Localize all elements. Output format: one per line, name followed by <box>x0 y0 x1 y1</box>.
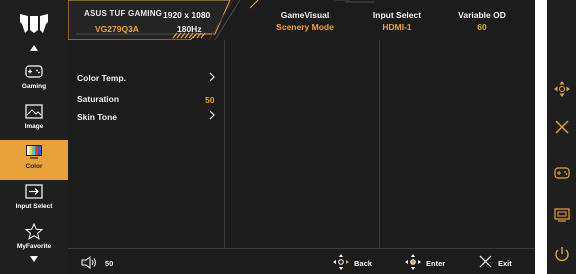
menu-item-label: Skin Tone <box>77 112 117 122</box>
gamepad-icon <box>25 65 43 78</box>
column-divider <box>379 40 380 248</box>
model-label: VG279Q3A <box>95 24 139 34</box>
sidebar-item-color[interactable]: Color <box>0 140 68 180</box>
monitor-osd: ASUS TUF GAMING VG279Q3A 1920 x 1080 180… <box>0 0 535 274</box>
enter-label: Enter <box>426 259 446 268</box>
scroll-down-icon[interactable] <box>30 256 38 262</box>
volume-icon[interactable] <box>81 256 99 269</box>
resolution-label: 1920 x 1080 <box>163 10 211 20</box>
image-icon <box>25 104 43 119</box>
input-arrow-icon <box>25 184 43 199</box>
sidebar-item-label: Color <box>25 163 43 170</box>
dpad-enter-icon[interactable] <box>404 253 422 271</box>
header-decoration <box>67 0 375 40</box>
menu-item-label: Color Temp. <box>77 73 126 83</box>
input-select-label: Input Select <box>372 10 422 20</box>
menu-item-saturation[interactable]: Saturation <box>77 94 119 104</box>
sidebar-item-label: Input Select <box>15 203 53 210</box>
brand-label: ASUS TUF GAMING <box>84 9 163 18</box>
chevron-right-icon <box>209 72 215 82</box>
sidebar-item-label: Gaming <box>21 83 47 90</box>
dpad-icon[interactable] <box>552 79 572 99</box>
variable-od-value: 60 <box>477 22 487 32</box>
menu-content <box>68 40 535 248</box>
hardware-button-column <box>547 0 576 274</box>
volume-value: 50 <box>105 259 114 268</box>
input-icon[interactable] <box>552 205 572 225</box>
menu-item-label: Saturation <box>77 94 120 104</box>
osd-footer: 50 Back Enter Exit <box>68 248 535 274</box>
tuf-logo <box>0 0 68 40</box>
variable-od-label: Variable OD <box>458 10 506 20</box>
sidebar-item-label: MyFavorite <box>16 243 52 250</box>
gamepad-icon[interactable] <box>552 163 572 183</box>
star-icon <box>24 223 44 240</box>
column-divider <box>224 40 225 248</box>
sidebar-item-gaming[interactable]: Gaming <box>0 60 68 100</box>
gamevisual-value: Scenery Mode <box>276 22 334 32</box>
menu-item-skin-tone[interactable]: Skin Tone <box>77 112 117 122</box>
refresh-rate-label: 180Hz <box>177 24 202 34</box>
sidebar-item-myfavorite[interactable]: MyFavorite <box>0 220 68 260</box>
exit-label: Exit <box>498 259 512 268</box>
osd-header: ASUS TUF GAMING VG279Q3A 1920 x 1080 180… <box>0 0 535 40</box>
close-icon[interactable] <box>552 117 572 137</box>
exit-close-icon[interactable] <box>479 255 492 268</box>
back-label: Back <box>354 259 372 268</box>
chevron-right-icon <box>209 110 215 120</box>
menu-item-color-temp[interactable]: Color Temp. <box>77 73 126 83</box>
sidebar-item-input-select[interactable]: Input Select <box>0 180 68 220</box>
dpad-back-icon[interactable] <box>332 253 350 271</box>
gamevisual-label: GameVisual <box>280 10 330 20</box>
tuf-logo-icon <box>20 14 48 33</box>
category-sidebar: Gaming Image Color Input Select MyFavori… <box>0 40 68 274</box>
sidebar-item-label: Image <box>24 123 44 130</box>
scroll-up-icon[interactable] <box>30 45 38 51</box>
saturation-value: 50 <box>205 95 215 105</box>
sidebar-item-image[interactable]: Image <box>0 100 68 140</box>
input-select-value: HDMI-1 <box>382 22 412 32</box>
power-icon[interactable] <box>552 244 572 264</box>
color-bars-icon <box>26 145 42 159</box>
